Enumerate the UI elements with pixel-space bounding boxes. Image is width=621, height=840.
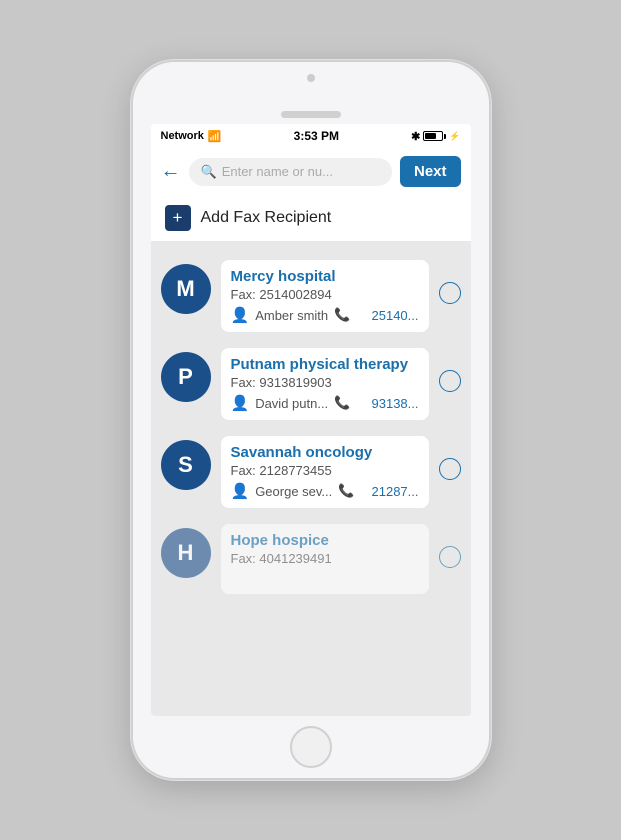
contact-name: Putnam physical therapy [231,356,419,373]
contact-fax: Fax: 9313819903 [231,375,419,390]
phone-icon: 📞 [334,395,350,411]
avatar: H [161,528,211,578]
select-circle[interactable] [439,458,461,480]
search-placeholder: Enter name or nu... [222,164,333,179]
phone-num: 93138... [372,396,419,411]
speaker [281,111,341,118]
list-item[interactable]: P Putnam physical therapy Fax: 931381990… [151,340,471,428]
phone-bottom [133,716,489,778]
list-item[interactable]: M Mercy hospital Fax: 2514002894 👤 Amber… [151,252,471,340]
contact-person-row: 👤 Amber smith 📞 25140... [231,306,419,324]
search-input-wrap[interactable]: 🔍 Enter name or nu... [189,158,392,186]
battery-fill [425,133,436,139]
charging-icon: ⚡ [449,131,460,142]
status-bar: Network 📶 3:53 PM ✱ ⚡ [151,124,471,148]
contact-fax: Fax: 2514002894 [231,287,419,302]
select-circle[interactable] [439,546,461,568]
contacts-list: M Mercy hospital Fax: 2514002894 👤 Amber… [151,242,471,716]
search-area: ← 🔍 Enter name or nu... Next [151,148,471,195]
camera [307,74,315,82]
contact-fax: Fax: 2128773455 [231,463,419,478]
home-button[interactable] [290,726,332,768]
back-button[interactable]: ← [161,160,181,183]
select-circle[interactable] [439,282,461,304]
contact-person-row: 👤 George sev... 📞 21287... [231,482,419,500]
select-circle[interactable] [439,370,461,392]
person-icon: 👤 [231,394,250,412]
contact-details: Mercy hospital Fax: 2514002894 👤 Amber s… [221,260,429,332]
phone-frame: Network 📶 3:53 PM ✱ ⚡ ← 🔍 Enter name o [131,60,491,780]
list-item[interactable]: S Savannah oncology Fax: 2128773455 👤 Ge… [151,428,471,516]
person-name: Amber smith [255,308,328,323]
avatar: S [161,440,211,490]
contact-name: Hope hospice [231,532,419,549]
person-name: George sev... [255,484,332,499]
next-button[interactable]: Next [400,156,461,187]
status-right: ✱ ⚡ [411,130,460,143]
contact-details: Putnam physical therapy Fax: 9313819903 … [221,348,429,420]
contact-person-row: 👤 David putn... 📞 93138... [231,394,419,412]
phone-num: 25140... [372,308,419,323]
phone-icon: 📞 [338,483,354,499]
contact-details: Hope hospice Fax: 4041239491 [221,524,429,594]
add-fax-label: Add Fax Recipient [201,209,332,227]
search-icon: 🔍 [201,164,217,180]
person-name: David putn... [255,396,328,411]
battery-tip [444,134,446,139]
contact-fax: Fax: 4041239491 [231,551,419,566]
person-icon: 👤 [231,482,250,500]
list-item[interactable]: H Hope hospice Fax: 4041239491 [151,516,471,602]
person-icon: 👤 [231,306,250,324]
status-left: Network 📶 [161,130,222,143]
add-icon: + [165,205,191,231]
phone-icon: 📞 [334,307,350,323]
status-time: 3:53 PM [294,129,339,143]
network-label: Network [161,130,204,142]
contact-name: Savannah oncology [231,444,419,461]
phone-num: 21287... [372,484,419,499]
battery-block [423,131,446,141]
contact-details: Savannah oncology Fax: 2128773455 👤 Geor… [221,436,429,508]
avatar: M [161,264,211,314]
bluetooth-icon: ✱ [411,130,420,143]
avatar: P [161,352,211,402]
wifi-icon: 📶 [208,130,222,143]
battery-body [423,131,443,141]
add-fax-recipient-row[interactable]: + Add Fax Recipient [151,195,471,242]
phone-top [133,62,489,124]
contact-name: Mercy hospital [231,268,419,285]
screen: Network 📶 3:53 PM ✱ ⚡ ← 🔍 Enter name o [151,124,471,716]
